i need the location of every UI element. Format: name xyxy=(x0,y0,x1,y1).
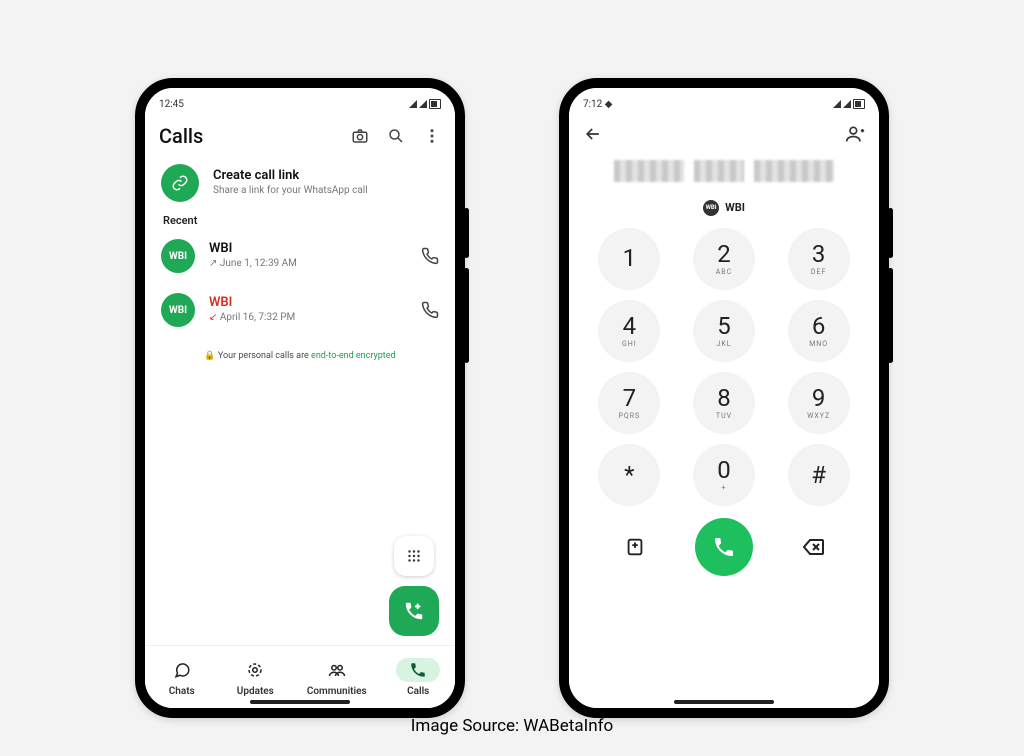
tab-calls[interactable]: Calls xyxy=(396,658,440,697)
phone-side-button xyxy=(888,268,893,363)
call-action-icon[interactable] xyxy=(421,301,439,319)
gesture-bar xyxy=(250,700,350,704)
recent-label: Recent xyxy=(145,212,455,229)
gesture-bar xyxy=(674,700,774,704)
outgoing-arrow-icon: ↗ xyxy=(209,258,217,269)
create-call-link[interactable]: Create call link Share a link for your W… xyxy=(145,154,455,212)
call-time: June 1, 12:39 AM xyxy=(220,258,297,269)
tab-updates[interactable]: Updates xyxy=(233,658,277,697)
key-3[interactable]: 3DEF xyxy=(788,228,850,290)
clock: 7:12 xyxy=(583,99,602,110)
signal-icon xyxy=(843,100,851,108)
call-log-item[interactable]: WBI WBI ↗ June 1, 12:39 AM xyxy=(145,229,455,283)
key-9[interactable]: 9WXYZ xyxy=(788,372,850,434)
contact-name: WBI xyxy=(209,295,407,311)
call-log-item[interactable]: WBI WBI ↙ April 16, 7:32 PM xyxy=(145,283,455,337)
phone-side-button xyxy=(464,208,469,258)
avatar: WBI xyxy=(161,239,195,273)
create-link-title: Create call link xyxy=(213,168,439,184)
new-call-fab[interactable] xyxy=(389,586,439,636)
signal-icon xyxy=(409,100,417,108)
add-person-icon[interactable] xyxy=(845,124,865,144)
wifi-icon xyxy=(419,100,427,108)
contact-name: WBI xyxy=(209,241,407,257)
phone-mockup-calls: 12:45 Calls xyxy=(135,78,465,718)
avatar: WBI xyxy=(703,200,719,216)
phone-mockup-dialer: 7:12 ◆ WBI WBI xyxy=(559,78,889,718)
key-2[interactable]: 2ABC xyxy=(693,228,755,290)
key-8[interactable]: 8TUV xyxy=(693,372,755,434)
dialed-number-area: WBI WBI xyxy=(569,152,879,218)
tab-chats[interactable]: Chats xyxy=(160,658,204,697)
bottom-nav: Chats Updates Communities Calls xyxy=(145,645,455,708)
status-icons xyxy=(409,99,441,109)
battery-icon xyxy=(853,99,865,109)
phone-side-button xyxy=(888,208,893,258)
status-bar: 7:12 ◆ xyxy=(569,88,879,116)
image-caption: Image Source: WABetaInfo xyxy=(0,716,1024,736)
key-hash[interactable]: # xyxy=(788,444,850,506)
phone-side-button xyxy=(464,268,469,363)
key-0[interactable]: 0+ xyxy=(693,444,755,506)
status-icons xyxy=(833,99,865,109)
dialpad-fab[interactable] xyxy=(394,536,434,576)
page-title: Calls xyxy=(159,124,203,148)
missed-arrow-icon: ↙ xyxy=(209,312,217,323)
key-4[interactable]: 4GHI xyxy=(598,300,660,362)
encryption-link[interactable]: end-to-end encrypted xyxy=(311,351,396,361)
redacted-number xyxy=(579,160,869,182)
app-bar: Calls xyxy=(145,116,455,154)
create-link-sub: Share a link for your WhatsApp call xyxy=(213,184,439,198)
encryption-notice: 🔒 Your personal calls are end-to-end enc… xyxy=(145,337,455,375)
call-action-icon[interactable] xyxy=(421,247,439,265)
search-icon[interactable] xyxy=(387,127,405,145)
status-bar: 12:45 xyxy=(145,88,455,116)
key-7[interactable]: 7PQRS xyxy=(598,372,660,434)
dial-pad: 1 2ABC 3DEF 4GHI 5JKL 6MNO 7PQRS 8TUV 9W… xyxy=(569,218,879,512)
more-icon[interactable] xyxy=(423,127,441,145)
link-icon xyxy=(161,164,199,202)
key-star[interactable]: * xyxy=(598,444,660,506)
contact-suggestion[interactable]: WBI WBI xyxy=(703,200,745,216)
wifi-icon xyxy=(833,100,841,108)
add-contact-action-icon[interactable] xyxy=(622,534,648,560)
lock-icon: 🔒 xyxy=(204,351,215,361)
key-1[interactable]: 1 xyxy=(598,228,660,290)
camera-icon[interactable] xyxy=(351,127,369,145)
clock: 12:45 xyxy=(159,99,184,110)
cloud-icon: ◆ xyxy=(605,99,613,110)
call-time: April 16, 7:32 PM xyxy=(220,312,295,323)
back-icon[interactable] xyxy=(583,124,603,144)
tab-communities[interactable]: Communities xyxy=(307,658,367,697)
battery-icon xyxy=(429,99,441,109)
key-5[interactable]: 5JKL xyxy=(693,300,755,362)
dial-call-button[interactable] xyxy=(695,518,753,576)
backspace-icon[interactable] xyxy=(800,534,826,560)
key-6[interactable]: 6MNO xyxy=(788,300,850,362)
avatar: WBI xyxy=(161,293,195,327)
